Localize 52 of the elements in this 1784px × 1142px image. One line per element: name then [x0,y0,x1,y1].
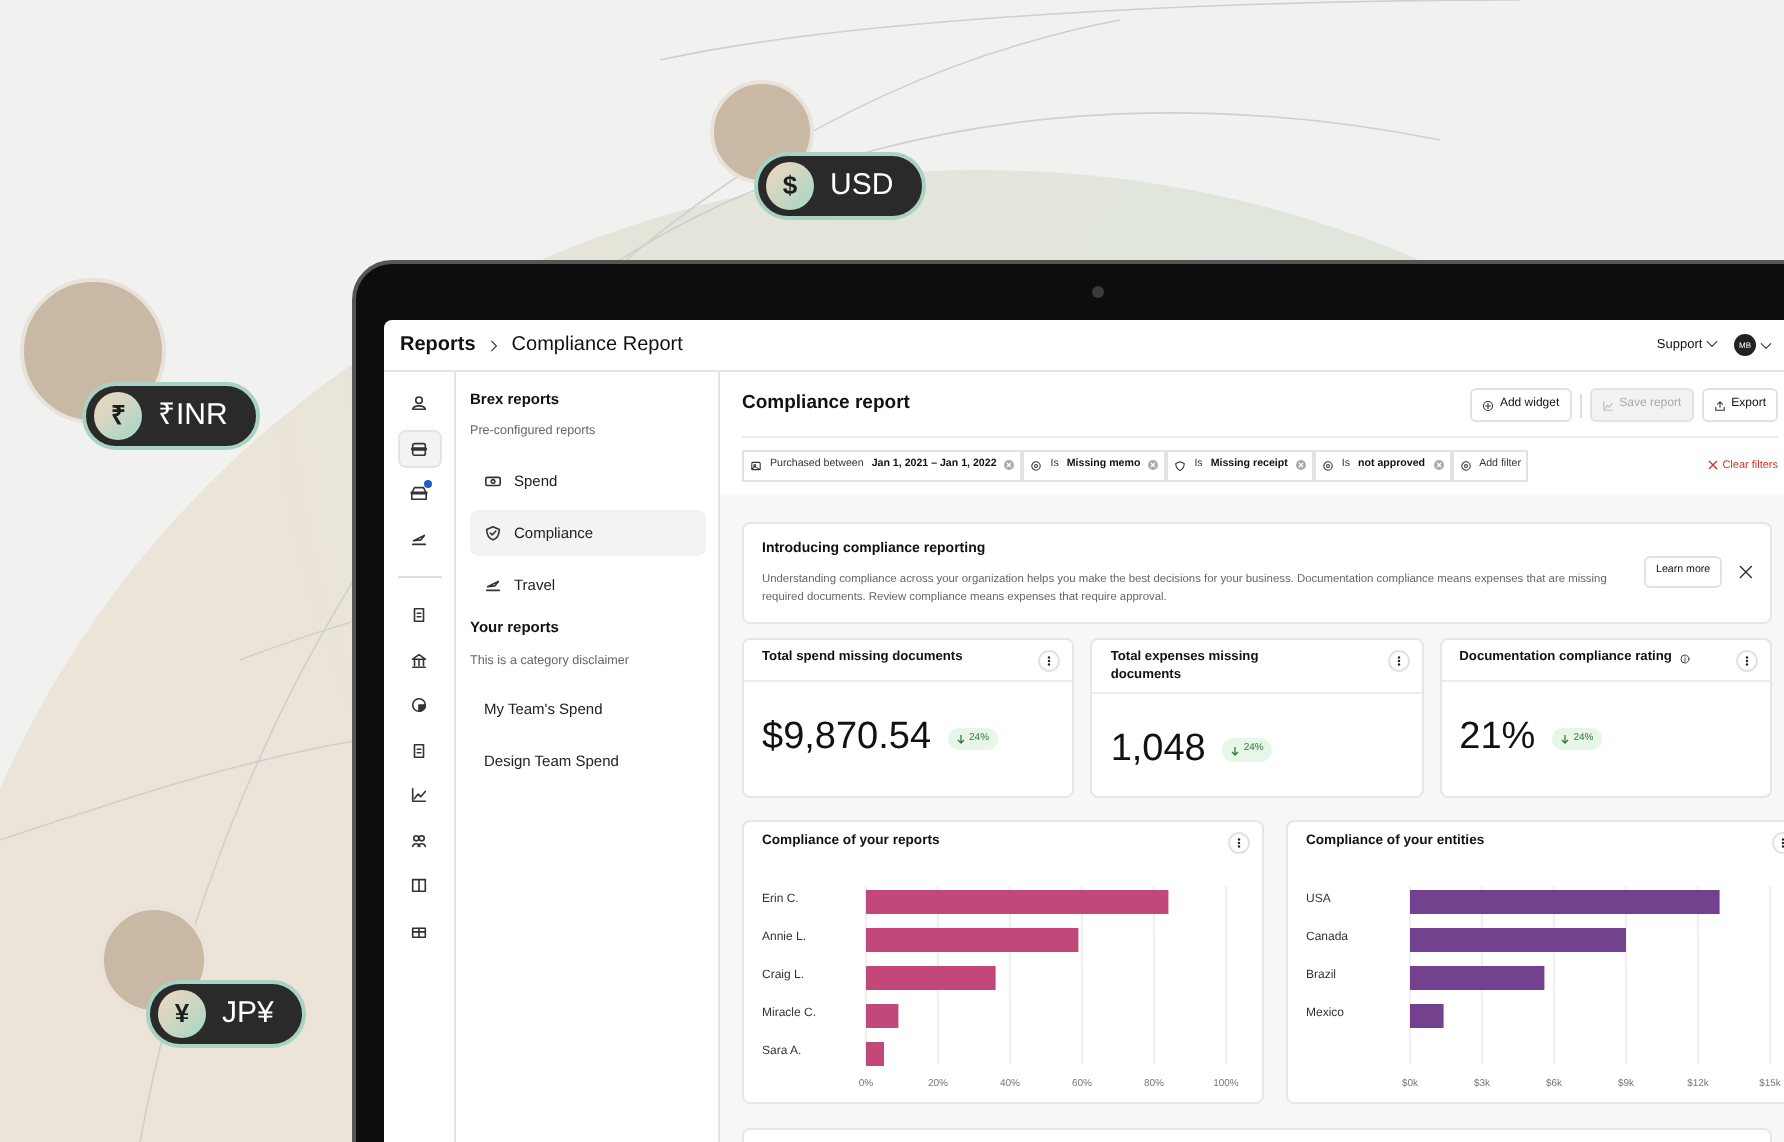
currency-label: JP¥ [222,993,274,1034]
person-icon [410,394,428,412]
line-chart-icon [410,786,428,804]
metric-value: 21% [1459,714,1536,763]
arrow-down-icon [1229,745,1240,756]
tray-icon [410,484,428,502]
bar [866,965,996,990]
currency-symbol: ¥ [158,990,206,1038]
bar [1410,965,1545,990]
target-icon [1321,459,1334,472]
rail-button[interactable] [397,429,441,467]
currency-label: USD [830,165,894,206]
image-icon [750,459,762,472]
pie-chart-icon [410,696,428,714]
page-title: Compliance report [742,390,910,419]
people-icon [410,831,428,849]
chevron-right-icon [487,339,500,351]
camera-dot [1092,286,1104,298]
bar [866,1041,884,1066]
more-vertical-icon [1393,655,1404,666]
plus-circle-icon [1481,399,1494,411]
info-icon[interactable] [1679,653,1690,664]
target-icon [1030,459,1043,472]
breadcrumb-link[interactable]: Reports [400,330,476,360]
currency-symbol: $ [766,162,814,210]
bank-icon [410,651,428,669]
shield-icon [484,524,502,543]
arrow-down-icon [955,734,966,745]
currency-label: ₹INR [158,395,228,436]
more-vertical-icon [1741,655,1752,666]
chevron-down-icon[interactable] [1760,339,1772,351]
wallet-icon [410,439,428,457]
upload-icon [1713,399,1726,411]
chevron-down-icon [1706,337,1718,350]
airplane-icon [410,529,428,547]
metric-value: $9,870.54 [762,714,932,763]
airplane-icon [484,576,502,595]
banknote-icon [484,471,502,490]
shield-icon [1174,459,1187,472]
bar [866,1003,899,1028]
document-icon [410,741,428,759]
metric-value: 1,048 [1110,725,1206,774]
arrow-down-icon [1559,734,1570,745]
currency-symbol: ₹ [94,392,142,440]
close-icon [1708,460,1719,471]
line-chart-icon [1601,399,1614,411]
bar [1410,1003,1444,1028]
breadcrumb-current: Compliance Report [511,332,683,360]
close-icon[interactable] [1738,564,1754,581]
more-vertical-icon [1044,655,1055,666]
target-icon [1459,459,1472,472]
more-vertical-icon [1234,837,1244,848]
